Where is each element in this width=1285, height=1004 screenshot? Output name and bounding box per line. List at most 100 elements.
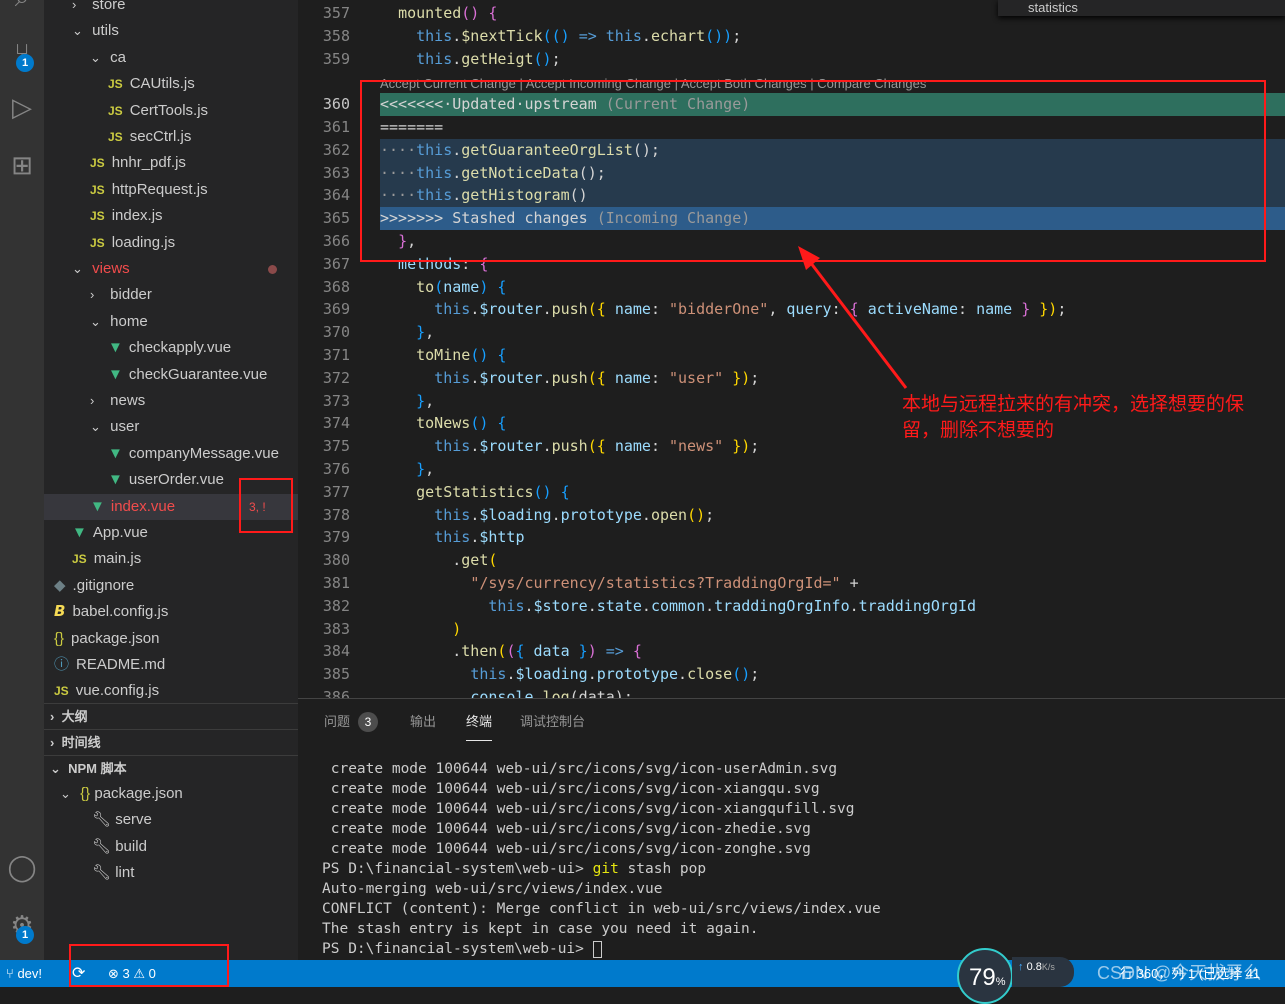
code-line[interactable]: "/sys/currency/statistics?TraddingOrgId=… xyxy=(380,572,1285,595)
code-line[interactable]: getStatistics() { xyxy=(380,481,1285,504)
code-token: $loading xyxy=(515,665,588,684)
code-token: () xyxy=(461,4,489,22)
npm-script-build[interactable]: 🔧︎ build xyxy=(92,834,147,860)
chevron-down-icon: ⌄ xyxy=(72,23,83,39)
code-token: $store xyxy=(533,596,588,615)
tree-folder[interactable]: ⌄ home xyxy=(90,309,148,335)
find-widget[interactable]: statistics xyxy=(998,0,1285,16)
tree-folder[interactable]: ⌄ views xyxy=(72,256,277,282)
line-number: 376 xyxy=(322,460,350,478)
tree-file[interactable]: JS CAUtils.js xyxy=(108,71,195,97)
tree-file[interactable]: JS secCtrl.js xyxy=(108,124,191,150)
code-token: ( xyxy=(434,277,444,296)
tree-file[interactable]: ⓘ README.md xyxy=(54,652,165,678)
conflict-highlight-box xyxy=(360,80,1266,262)
tree-file[interactable]: ▼ userOrder.vue xyxy=(108,467,224,493)
tree-file[interactable]: JS loading.js xyxy=(90,230,175,256)
line-number: 359 xyxy=(322,49,350,68)
code-line[interactable]: .get( xyxy=(380,549,1285,572)
tree-folder[interactable]: ⌄ ca xyxy=(90,45,126,71)
code-token: : xyxy=(958,300,977,319)
line-number: 363 xyxy=(322,163,350,182)
npm-package-json[interactable]: ⌄ {} package.json xyxy=(60,781,183,807)
code-line[interactable]: this.$loading.prototype.open(); xyxy=(380,504,1285,527)
tree-folder[interactable]: › store xyxy=(72,0,126,18)
account-icon[interactable]: ◯ xyxy=(0,852,44,892)
tree-item-label: utils xyxy=(92,22,119,40)
terminal-line: create mode 100644 web-ui/src/icons/svg/… xyxy=(322,761,838,777)
tree-item-label: ca xyxy=(110,48,127,66)
json-file-icon: {} xyxy=(54,629,65,647)
code-line[interactable]: .then(({ data }) => { xyxy=(380,640,1285,663)
code-line[interactable]: this.getHeigt(); xyxy=(380,48,1285,71)
code-token: this xyxy=(434,300,471,319)
tree-folder[interactable]: ⌄ utils xyxy=(72,18,119,44)
line-number: 370 xyxy=(322,323,350,342)
tree-file[interactable]: JS main.js xyxy=(72,546,141,572)
js-file-icon: JS xyxy=(90,209,105,224)
terminal-line: PS D:\financial-system\web-ui> xyxy=(322,939,602,959)
code-token: name xyxy=(976,300,1013,319)
code-token: . xyxy=(542,437,552,456)
tree-file[interactable]: {} package.json xyxy=(54,626,159,652)
settings-gear-icon[interactable]: ⚙ 1 xyxy=(0,910,44,950)
chevron-down-icon: ⌄ xyxy=(90,49,101,65)
code-line[interactable]: this.$loading.prototype.close(); xyxy=(380,663,1285,686)
code-token: ( xyxy=(488,551,498,570)
panel-tab[interactable]: 输出 xyxy=(410,711,436,741)
branch-indicator[interactable]: ⑂ dev! xyxy=(6,960,42,987)
code-token: . xyxy=(587,596,597,615)
code-token: this xyxy=(434,505,471,524)
panel-tab[interactable]: 终端 xyxy=(466,711,493,741)
npm-scripts-section[interactable]: ⌄ NPM 脚本 xyxy=(44,755,298,781)
code-line[interactable]: this.$nextTick(() => this.echart()); xyxy=(380,25,1285,48)
tree-file[interactable]: 𝘽babel.config.js xyxy=(54,599,168,625)
tree-item-label: bidder xyxy=(110,286,152,304)
code-line[interactable]: this.$store.state.common.traddingOrgInfo… xyxy=(380,595,1285,618)
code-token: $router xyxy=(479,368,543,387)
code-token: ; xyxy=(705,505,715,524)
tree-file[interactable]: ▼ checkGuarantee.vue xyxy=(108,362,267,388)
source-control-icon[interactable]: ⑂ 1 xyxy=(0,38,44,78)
extensions-icon[interactable]: ⊞ xyxy=(0,150,44,190)
tree-file[interactable]: ▼ App.vue xyxy=(72,520,148,546)
npm-script-serve[interactable]: 🔧︎ serve xyxy=(92,807,152,833)
panel-tab[interactable]: 调试控制台 xyxy=(520,711,585,741)
code-line[interactable]: console.log(data); xyxy=(380,686,1285,698)
outline-section[interactable]: › 大纲 xyxy=(44,703,298,729)
tree-item-label: .gitignore xyxy=(72,576,135,594)
tree-file[interactable]: ▼ companyMessage.vue xyxy=(108,441,279,467)
panel-tab[interactable]: 问题 3 xyxy=(324,711,379,741)
code-token: . xyxy=(587,665,597,684)
code-token: } xyxy=(416,460,426,478)
tree-file[interactable]: JS CertTools.js xyxy=(108,98,208,124)
tree-file[interactable]: JS httpRequest.js xyxy=(90,177,208,203)
timeline-label: 时间线 xyxy=(61,735,101,750)
code-token: ) xyxy=(560,26,579,45)
js-file-icon: JS xyxy=(108,77,123,92)
tree-file[interactable]: JS vue.config.js xyxy=(54,678,159,704)
npm-script-lint[interactable]: 🔧︎ lint xyxy=(92,860,134,886)
find-input[interactable]: statistics xyxy=(1028,0,1078,15)
code-token: name xyxy=(443,277,480,296)
line-number: 379 xyxy=(322,528,350,547)
tree-file[interactable]: ▼ checkapply.vue xyxy=(108,335,231,361)
search-icon[interactable]: ⌕ xyxy=(0,0,44,22)
code-line[interactable]: this.$http xyxy=(380,526,1285,549)
run-debug-icon[interactable]: ▷ xyxy=(0,92,44,132)
tree-folder[interactable]: › news xyxy=(90,388,145,414)
timeline-section[interactable]: › 时间线 xyxy=(44,729,298,755)
tree-item-label: hnhr_pdf.js xyxy=(111,154,186,172)
terminal-line: create mode 100644 web-ui/src/icons/svg/… xyxy=(322,841,811,857)
code-line[interactable]: ) xyxy=(380,618,1285,641)
code-line[interactable]: }, xyxy=(380,458,1285,481)
tree-file[interactable]: JS hnhr_pdf.js xyxy=(90,150,186,176)
tree-folder[interactable]: › bidder xyxy=(90,282,152,308)
tree-folder[interactable]: ⌄ user xyxy=(90,414,139,440)
code-token: getStatistics xyxy=(416,482,534,501)
tree-file[interactable]: ◆ .gitignore xyxy=(54,573,134,599)
tree-file[interactable]: JS index.js xyxy=(90,203,163,229)
net-speed: ↑ 0.8K/s xyxy=(1012,957,1074,987)
